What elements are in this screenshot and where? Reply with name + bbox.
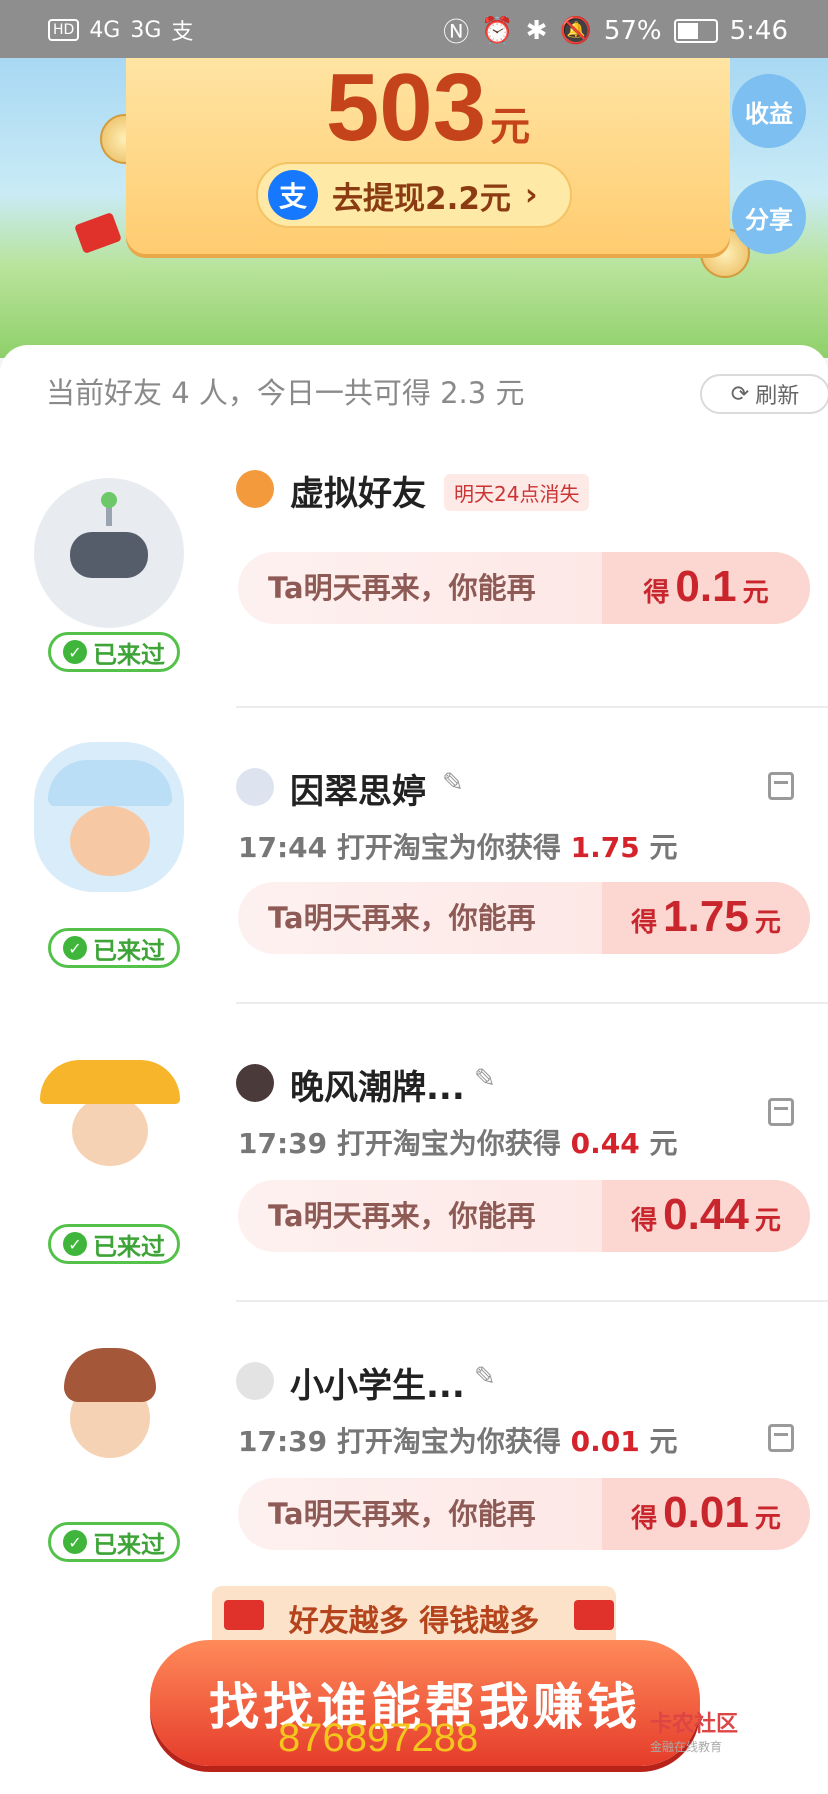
refresh-label: 刷新 [755,384,800,409]
reward-bar: Ta明天再来，你能再 得 0.01 元 [238,1478,810,1550]
hd-icon: HD [48,19,80,41]
reward-hint: Ta明天再来，你能再 [268,1199,536,1233]
reward-hint: Ta明天再来，你能再 [268,901,536,935]
reward-hint: Ta明天再来，你能再 [268,571,536,605]
refresh-button[interactable]: ⟳ 刷新 [700,374,828,414]
activity-line: 17:39 打开淘宝为你获得 0.01 元 [238,1425,678,1458]
friend-avatar [34,478,184,628]
divider [236,1300,828,1302]
friend-small-avatar [236,768,274,806]
refresh-icon: ⟳ [730,381,750,407]
friend-avatar [34,742,184,892]
earnings-button[interactable]: 收益 [732,74,806,148]
overlay-number: 876897288 [278,1716,479,1760]
alipay-notification-icon: 支 [171,20,194,45]
alarm-icon: ⏰ [481,15,514,46]
signal-4g-icon: 4G [89,17,121,43]
divider [236,1002,828,1004]
battery-percent: 57% [603,15,662,46]
reward-value: 得 0.1 元 [602,552,810,624]
reward-hint: Ta明天再来，你能再 [268,1497,536,1531]
check-icon: ✓ [63,1530,87,1554]
edit-icon[interactable]: ✎ [474,1362,496,1392]
friend-name: 小小学生... [290,1366,465,1406]
robot-avatar [34,478,184,628]
edit-icon[interactable]: ✎ [442,768,464,798]
hero-banner: 503 元 支 去提现2.2元 › 收益 分享 [0,58,828,358]
divider [236,706,828,708]
reward-bar: Ta明天再来，你能再 得 1.75 元 [238,882,810,954]
watermark: 卡农社区 金融在线教育 [650,1712,739,1754]
battery-icon [673,18,718,43]
signal-3g-icon: 3G [130,17,162,43]
calendar-icon[interactable] [768,1424,794,1452]
reward-value: 得 1.75 元 [602,882,810,954]
visited-badge: ✓ 已来过 [48,1224,180,1264]
reward-value: 得 0.01 元 [602,1478,810,1550]
boy-hat-avatar [34,742,184,892]
status-bar: HD 4G 3G 支 Ⓝ ⏰ ✱ 🔕 57% 5:46 [0,0,828,58]
reward-bar: Ta明天再来，你能再 得 0.44 元 [238,1180,810,1252]
friend-name: 因翠思婷 [290,772,426,812]
status-left-icons: HD 4G 3G 支 [48,14,193,46]
friend-avatar [34,1338,184,1488]
red-envelope-icon [74,212,122,254]
boy-avatar [34,1338,184,1488]
activity-line: 17:44 打开淘宝为你获得 1.75 元 [238,831,678,864]
share-button[interactable]: 分享 [732,180,806,254]
visited-badge: ✓ 已来过 [48,1522,180,1562]
chevron-right-icon: › [524,177,538,213]
friend-name: 晚风潮牌... [290,1068,465,1108]
red-envelope-icon [574,1600,614,1630]
nfc-icon: Ⓝ [443,18,470,48]
check-icon: ✓ [63,1232,87,1256]
boy-yellow-hat-avatar [34,1040,184,1190]
status-right: Ⓝ ⏰ ✱ 🔕 57% 5:46 [443,12,788,49]
mute-icon: 🔕 [559,15,592,46]
visited-badge: ✓ 已来过 [48,928,180,968]
withdraw-label: 去提现2.2元 [332,180,511,217]
friend-small-avatar [236,470,274,508]
check-icon: ✓ [63,936,87,960]
reward-value: 得 0.44 元 [602,1180,810,1252]
calendar-icon[interactable] [768,772,794,800]
balance-amount: 503 元 [325,58,531,161]
friends-summary: 当前好友 4 人，今日一共可得 2.3 元 [46,376,525,410]
edit-icon[interactable]: ✎ [474,1064,496,1094]
clock: 5:46 [729,15,788,46]
visited-badge: ✓ 已来过 [48,632,180,672]
friend-avatar [34,1040,184,1190]
red-envelope-icon [224,1600,264,1630]
withdraw-button[interactable]: 支 去提现2.2元 › [256,162,572,228]
balance-card: 503 元 支 去提现2.2元 › [126,58,730,254]
activity-line: 17:39 打开淘宝为你获得 0.44 元 [238,1127,678,1160]
friend-small-avatar [236,1064,274,1102]
expire-tag: 明天24点消失 [444,474,590,511]
alipay-icon: 支 [268,170,318,220]
calendar-icon[interactable] [768,1098,794,1126]
bluetooth-icon: ✱ [525,15,548,46]
reward-bar: Ta明天再来，你能再 得 0.1 元 [238,552,810,624]
friend-name: 虚拟好友 [290,474,426,514]
check-icon: ✓ [63,640,87,664]
friend-small-avatar [236,1362,274,1400]
